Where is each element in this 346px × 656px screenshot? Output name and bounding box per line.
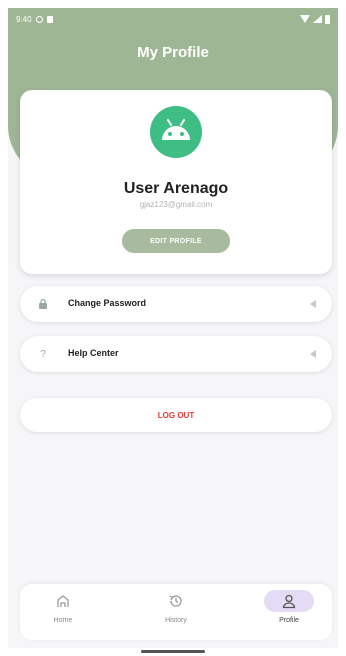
chevron-left-icon <box>310 350 316 358</box>
status-right <box>300 14 330 24</box>
signal-icon <box>313 15 322 23</box>
status-time: 9:40 <box>16 14 32 24</box>
nav-profile-pill <box>264 590 314 612</box>
logout-button[interactable]: LOG OUT <box>20 398 332 432</box>
nav-history-pill <box>151 590 201 612</box>
bottom-navigation: Home History Profile <box>20 584 332 640</box>
android-icon <box>162 119 190 140</box>
nav-profile-label: Profile <box>279 617 299 624</box>
chevron-left-icon <box>310 300 316 308</box>
status-left: 9:40 <box>16 15 53 24</box>
profile-icon <box>282 594 296 609</box>
notification-icon <box>35 15 43 23</box>
nav-profile[interactable]: Profile <box>254 590 324 634</box>
battery-icon <box>325 14 330 24</box>
status-bar: 9:40 <box>8 8 338 30</box>
wifi-icon <box>300 15 310 23</box>
menu-item-help-center[interactable]: ? Help Center <box>20 336 332 372</box>
menu-item-label: Help Center <box>68 348 119 358</box>
nav-history[interactable]: History <box>141 590 211 634</box>
user-name: User Arenago <box>123 180 229 197</box>
menu-item-label: Change Password <box>68 298 147 308</box>
profile-card: User Arenago gjaz123@gmail.com EDIT PROF… <box>20 90 332 274</box>
home-icon <box>57 595 69 607</box>
nav-home-label: Home <box>53 617 73 624</box>
phone-screen: 9:40 My Profile User Arenago gjaz123@gma… <box>8 8 338 648</box>
home-indicator <box>141 650 205 653</box>
nav-history-label: History <box>165 617 187 624</box>
nav-home-pill <box>38 590 88 612</box>
page-title: My Profile <box>137 44 209 61</box>
edit-profile-button[interactable]: EDIT PROFILE <box>122 229 230 253</box>
app-notification-icon <box>46 15 53 23</box>
lock-icon <box>36 297 50 311</box>
menu-item-change-password[interactable]: Change Password <box>20 286 332 322</box>
nav-home[interactable]: Home <box>28 590 98 634</box>
avatar <box>150 106 202 158</box>
user-email: gjaz123@gmail.com <box>139 200 213 209</box>
history-icon <box>169 595 182 607</box>
help-icon: ? <box>40 348 46 360</box>
